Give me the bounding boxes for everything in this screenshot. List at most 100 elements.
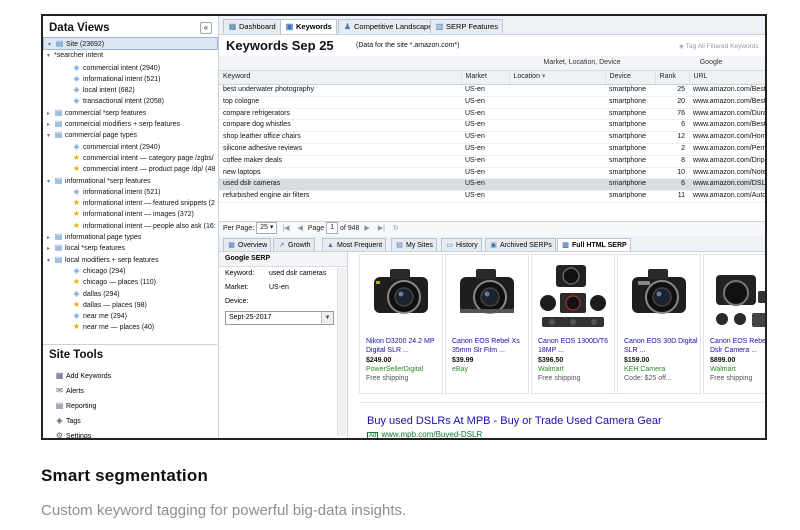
tab-most-frequent[interactable]: ▲ Most Frequent [322,238,387,251]
tree-twisty-icon[interactable]: ▾ [48,40,55,49]
tree-twisty-icon[interactable]: ▸ [47,120,54,129]
col-market[interactable]: Market [461,70,510,85]
tree-item[interactable]: ★ dallas — places (98) [43,299,218,310]
tree-item[interactable]: ◈ commercial intent (2940) [43,141,218,152]
tree-item[interactable]: ◈ local intent (682) [43,84,218,95]
cell-url[interactable]: www.amazon.com/Drip- [689,155,765,168]
cell-url[interactable]: www.amazon.com/Dura- [689,108,765,121]
tree-item[interactable]: ◈ commercial intent (2940) [43,62,218,73]
cell-url[interactable]: www.amazon.com/Home- [689,131,765,144]
tab-archived-serps[interactable]: ▣ Archived SERPs [485,238,556,251]
cell-url[interactable]: www.amazon.com/Auto- [689,190,765,203]
per-page-select[interactable]: 25 ▾ [256,221,278,234]
tab-dashboard[interactable]: ▦ Dashboard [223,19,281,33]
table-row[interactable]: best underwater photography US-en smartpho… [219,84,765,97]
tree-item[interactable]: ▾ ▤ commercial page types [43,129,218,140]
tree-item[interactable]: ◈ chicago (294) [43,265,218,276]
table-row[interactable]: new laptops US-en smartphone 10 www.amazon.c… [219,167,765,180]
product-card[interactable]: Canon EOS Rebel T6i Dslr Camera ... $899.… [703,254,765,394]
tree-item[interactable]: ★ near me — places (40) [43,321,218,332]
tree-item[interactable]: ▾ ▤ local modifiers + serp features [43,254,218,265]
tree-item[interactable]: ▸ ▤ local *serp features [43,242,218,253]
product-image[interactable] [366,261,436,333]
tree-item[interactable]: ★ informational intent — people also ask … [43,220,218,231]
site-tool-item[interactable]: ◈ Tags [55,413,217,428]
tree-item[interactable]: ★ commercial intent — category page /zgbs… [43,152,218,163]
cell-url[interactable]: www.amazon.com/Best- [689,84,765,97]
site-tool-item[interactable]: ▦ Add Keywords [55,368,217,383]
scrollbar[interactable] [337,268,346,436]
col-keyword[interactable]: Keyword [219,70,462,85]
tree-item[interactable]: ◈ informational intent (521) [43,73,218,84]
first-page-icon[interactable]: |◀ [282,225,289,232]
tab-my-sites[interactable]: ▤ My Sites [391,238,437,251]
tree-twisty-icon[interactable]: ▾ [47,131,54,140]
col-device[interactable]: Device [605,70,656,85]
col-location[interactable]: Location ▾ [509,70,606,85]
product-title-link[interactable]: Canon EOS Rebel T6i Dslr Camera ... [710,337,765,355]
refresh-icon[interactable]: ↻ [393,225,399,232]
tag-all-filtered-keywords-button[interactable]: ◈ Tag All Filtered Keywords [679,42,759,50]
prev-page-icon[interactable]: ◀ [297,225,302,232]
tree-twisty-icon[interactable]: ▾ [47,256,54,265]
cell-url[interactable]: www.amazon.com/Best- [689,119,765,133]
table-row[interactable]: refurbished engine air filters US-en smart… [219,190,765,203]
tree-twisty-icon[interactable]: ▸ [47,233,54,242]
product-card[interactable]: Canon EOS Rebel Xs 35mm Slr Film ... $39.… [445,254,529,394]
tab-keywords[interactable]: ▣ Keywords [280,19,337,34]
tab-growth[interactable]: ↗ Growth [273,238,315,251]
tree-item[interactable]: ★ chicago — places (110) [43,276,218,287]
product-image[interactable] [710,261,765,333]
product-card[interactable]: Canon EOS 1300D/T6 18MP ... $396.50 Walmar… [531,254,615,394]
tree-item[interactable]: ◈ informational intent (521) [43,186,218,197]
tab-competitive-landscape[interactable]: ♟ Competitive Landscape [338,19,438,33]
product-title-link[interactable]: Nikon D3200 24.2 MP Digital SLR ... [366,337,442,355]
table-row[interactable]: coffee maker deals US-en smartphone 8 www.am… [219,155,765,168]
table-row[interactable]: top cologne US-en smartphone 20 www.amazon.c… [219,96,765,109]
product-title-link[interactable]: Canon EOS 30D Digital SLR ... [624,337,700,355]
cell-url[interactable]: www.amazon.com/Best- [689,96,765,109]
tree-item[interactable]: ◈ transactional intent (2058) [43,95,218,106]
ad-title-link[interactable]: Buy used DSLRs At MPB - Buy or Trade Use… [367,415,662,427]
last-page-icon[interactable]: ▶| [378,225,385,232]
tree-twisty-icon[interactable]: ▸ [47,244,54,253]
tree-item[interactable]: ★ informational intent — featured snippet… [43,197,218,208]
product-card[interactable]: Nikon D3200 24.2 MP Digital SLR ... $249.… [359,254,443,394]
product-title-link[interactable]: Canon EOS 1300D/T6 18MP ... [538,337,614,355]
tree-twisty-icon[interactable]: ▾ [47,177,54,186]
product-image[interactable] [624,261,694,333]
tree-item[interactable]: ▾ *searcher intent [43,50,218,61]
site-tool-item[interactable]: ✉ Alerts [55,383,217,398]
tab-full-html-serp[interactable]: ▥ Full HTML SERP [557,238,631,251]
next-page-icon[interactable]: ▶ [364,225,369,232]
table-row[interactable]: shop leather office chairs US-en smartphon… [219,131,765,144]
tree-item[interactable]: ◈ dallas (294) [43,288,218,299]
cell-url[interactable]: www.amazon.com/Note- [689,167,765,180]
product-card[interactable]: Canon EOS 30D Digital SLR ... $159.00 KEH … [617,254,701,394]
tab-history[interactable]: ▭ History [441,238,482,251]
collapse-panel-button[interactable]: « [200,22,212,34]
tree-item[interactable]: ▸ ▤ commercial *serp features [43,107,218,118]
table-row[interactable]: compare dog whistles US-en smartphone 6 www.… [219,119,765,133]
cell-url[interactable]: www.amazon.com/DSL- [689,178,765,192]
tree-item[interactable]: ◈ near me (294) [43,310,218,321]
product-title-link[interactable]: Canon EOS Rebel Xs 35mm Slr Film ... [452,337,528,355]
tab-serp-features[interactable]: ▥ SERP Features [430,19,503,33]
site-tool-item[interactable]: ▤ Reporting [55,398,217,413]
page-number-input[interactable]: 1 [326,221,339,234]
table-row[interactable]: used dslr cameras US-en smartphone 6 www.ama… [219,178,765,192]
tree-item[interactable]: ★ commercial intent — product page /dp/ (… [43,163,218,174]
col-url[interactable]: URL [689,70,765,85]
tree-item[interactable]: ▾ ▤ Site (23692) [43,37,218,51]
tree-item[interactable]: ▸ ▤ informational page types [43,231,218,242]
product-image[interactable] [538,261,608,333]
tree-twisty-icon[interactable]: ▸ [47,109,54,118]
product-image[interactable] [452,261,522,333]
tree-item[interactable]: ★ informational intent — images (372) [43,208,218,219]
date-select[interactable]: Sept-25-2017 ▼ [225,311,334,325]
tab-overview[interactable]: ▦ Overview [223,238,272,251]
table-row[interactable]: compare refrigerators US-en smartphone 76 ww… [219,108,765,121]
tree-twisty-icon[interactable]: ▾ [47,51,54,61]
col-rank[interactable]: Rank [655,70,690,85]
tree-item[interactable]: ▸ ▤ commercial modifiers + serp features [43,118,218,129]
